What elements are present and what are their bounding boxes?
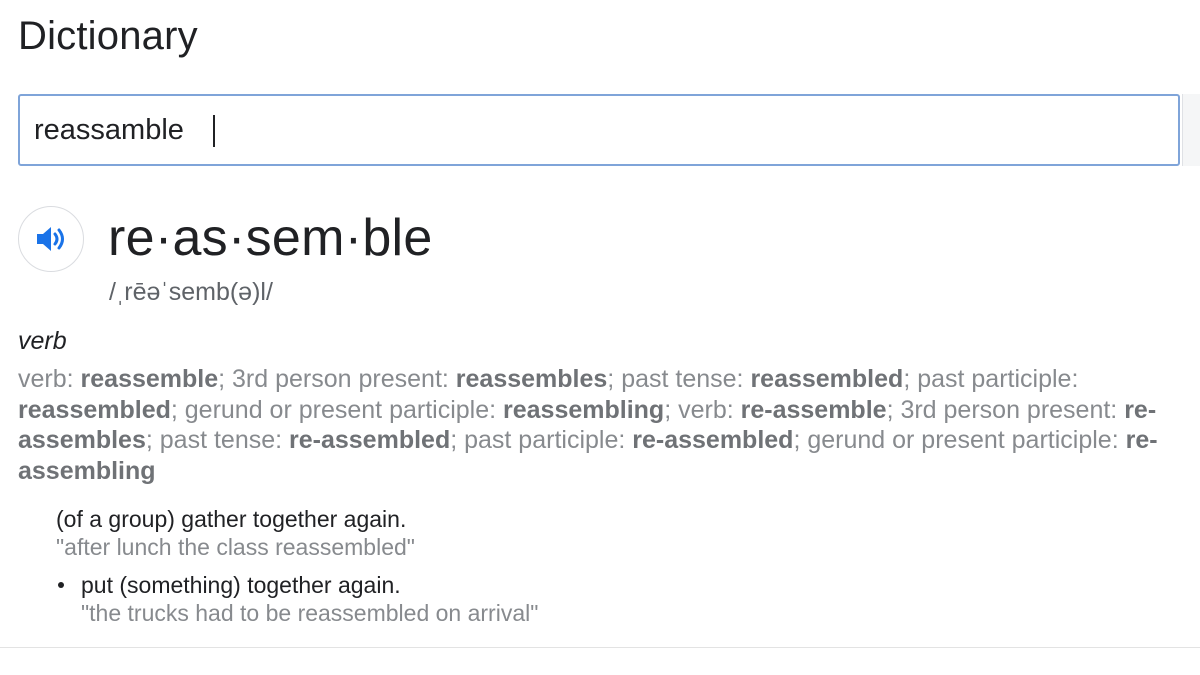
word-forms-line: verb: reassemble; 3rd person present: re… (18, 364, 1198, 395)
forms-word: re-assembled (289, 426, 451, 454)
sense-example: "the trucks had to be reassembled on arr… (81, 600, 539, 626)
forms-word: re-assemble (740, 395, 887, 424)
divider (0, 647, 1200, 648)
pronunciation-button[interactable] (18, 206, 84, 272)
phonetic-transcription: /ˌrēəˈsemb(ə)l/ (109, 278, 273, 306)
forms-word: re- (1125, 426, 1158, 454)
forms-text: ; verb: (664, 395, 741, 424)
forms-text: ; 3rd person present: (886, 395, 1125, 424)
search-side-panel (1182, 94, 1200, 166)
forms-text: ; past tense: (607, 365, 751, 393)
word-forms-line: reassembled; gerund or present participl… (18, 395, 1198, 426)
forms-word: assembling (18, 456, 156, 485)
part-of-speech: verb (18, 327, 67, 355)
text-cursor (213, 115, 215, 147)
sense-definition: put (something) together again. (81, 572, 401, 598)
forms-word: reassembled (18, 395, 171, 424)
sense-definition: (of a group) gather together again. (56, 506, 407, 532)
sense-item: put (something) together again. "the tru… (81, 571, 538, 627)
word-forms: verb: reassemble; 3rd person present: re… (18, 364, 1198, 486)
forms-word: reassemble (80, 365, 219, 393)
forms-text: ; past participle: (903, 365, 1079, 393)
page-title: Dictionary (18, 14, 198, 58)
forms-word: reassembled (750, 365, 904, 393)
forms-text: ; gerund or present participle: (170, 395, 504, 424)
bullet-icon (58, 582, 64, 588)
word-forms-line: assembling (18, 456, 1198, 487)
word-forms-line: assembles; past tense: re-assembled; pas… (18, 425, 1198, 456)
forms-text: ; past participle: (450, 426, 633, 454)
forms-text: verb: (18, 365, 81, 393)
search-input[interactable] (34, 96, 1134, 164)
headword: re·as·sem·ble (108, 209, 433, 267)
speaker-icon (37, 227, 64, 251)
forms-text: ; past tense: (145, 426, 290, 454)
dictionary-panel: Dictionary re·as·sem·ble /ˌrēəˈsemb(ə)l/… (0, 0, 1200, 675)
forms-text: ; 3rd person present: (218, 365, 456, 393)
forms-word: reassembling (503, 395, 665, 424)
forms-word: re-assembled (632, 426, 794, 454)
forms-word: reassembles (455, 365, 608, 393)
sense-item: (of a group) gather together again. "aft… (56, 505, 415, 561)
forms-word: re- (1124, 395, 1157, 424)
sense-example: "after lunch the class reassembled" (56, 534, 415, 560)
forms-text: ; gerund or present participle: (793, 426, 1126, 454)
forms-word: assembles (18, 426, 146, 454)
search-box[interactable] (18, 94, 1180, 166)
